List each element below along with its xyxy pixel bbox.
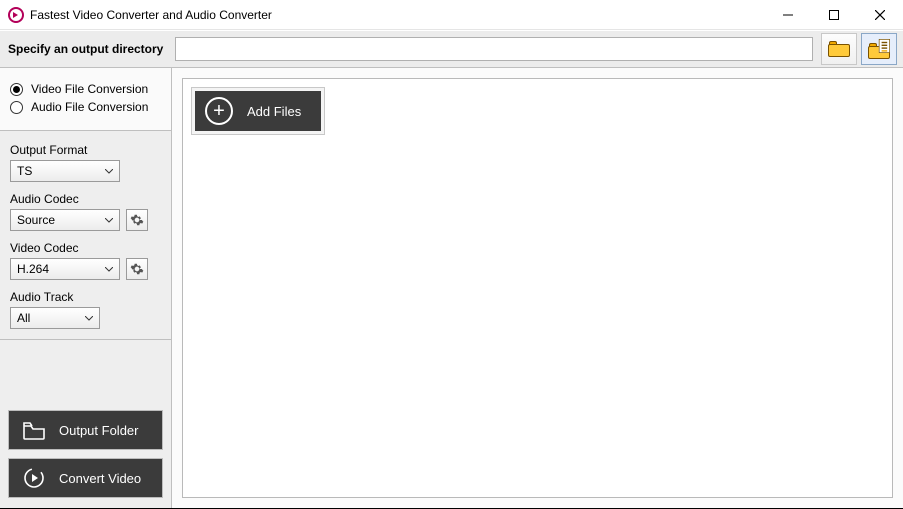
main-area: + Add Files: [172, 68, 903, 508]
output-toolbar: Specify an output directory: [0, 30, 903, 68]
minimize-button[interactable]: [765, 0, 811, 30]
chevron-down-icon: [105, 267, 113, 272]
add-files-button[interactable]: + Add Files: [195, 91, 321, 131]
window-title: Fastest Video Converter and Audio Conver…: [30, 8, 272, 22]
radio-video-conversion[interactable]: Video File Conversion: [10, 82, 161, 96]
convert-label: Convert Video: [59, 471, 141, 486]
sidebar: Video File Conversion Audio File Convers…: [0, 68, 172, 508]
title-bar: Fastest Video Converter and Audio Conver…: [0, 0, 903, 30]
radio-video-label: Video File Conversion: [31, 82, 148, 96]
radio-audio-conversion[interactable]: Audio File Conversion: [10, 100, 161, 114]
app-icon: [8, 7, 24, 23]
radio-icon: [10, 83, 23, 96]
file-list-area: + Add Files: [182, 78, 893, 498]
action-buttons: Output Folder Convert Video: [0, 400, 171, 508]
plus-circle-icon: +: [205, 97, 233, 125]
folder-outline-icon: [21, 417, 47, 443]
maximize-icon: [829, 10, 839, 20]
audio-codec-settings-button[interactable]: [126, 209, 148, 231]
radio-audio-label: Audio File Conversion: [31, 100, 148, 114]
chevron-down-icon: [85, 316, 93, 321]
audio-track-select[interactable]: All: [10, 307, 100, 329]
video-codec-label: Video Codec: [10, 241, 161, 255]
settings-panel: Output Format TS Audio Codec Source: [0, 131, 171, 340]
convert-icon: [21, 465, 47, 491]
folder-icon: [828, 41, 850, 57]
maximize-button[interactable]: [811, 0, 857, 30]
gear-icon: [130, 213, 144, 227]
output-format-value: TS: [17, 164, 32, 178]
close-button[interactable]: [857, 0, 903, 30]
output-format-select[interactable]: TS: [10, 160, 120, 182]
output-format-label: Output Format: [10, 143, 161, 157]
gear-icon: [130, 262, 144, 276]
chevron-down-icon: [105, 218, 113, 223]
output-folder-label: Output Folder: [59, 423, 139, 438]
video-codec-settings-button[interactable]: [126, 258, 148, 280]
open-output-button[interactable]: [861, 33, 897, 65]
audio-codec-select[interactable]: Source: [10, 209, 120, 231]
video-codec-value: H.264: [17, 262, 49, 276]
output-folder-button[interactable]: Output Folder: [8, 410, 163, 450]
add-files-label: Add Files: [247, 104, 301, 119]
audio-track-label: Audio Track: [10, 290, 161, 304]
video-codec-select[interactable]: H.264: [10, 258, 120, 280]
audio-track-value: All: [17, 311, 30, 325]
output-directory-input[interactable]: [175, 37, 813, 61]
audio-codec-label: Audio Codec: [10, 192, 161, 206]
radio-icon: [10, 101, 23, 114]
conversion-mode-group: Video File Conversion Audio File Convers…: [0, 68, 171, 131]
browse-output-button[interactable]: [821, 33, 857, 65]
minimize-icon: [783, 10, 793, 20]
folder-document-icon: [868, 39, 890, 59]
convert-button[interactable]: Convert Video: [8, 458, 163, 498]
output-directory-label: Specify an output directory: [8, 42, 163, 56]
audio-codec-value: Source: [17, 213, 55, 227]
chevron-down-icon: [105, 169, 113, 174]
close-icon: [875, 10, 885, 20]
